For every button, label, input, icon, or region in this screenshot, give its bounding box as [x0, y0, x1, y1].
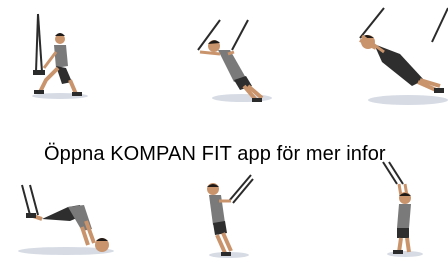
overhead-pull-exercise-icon: [375, 161, 435, 261]
pushup-exercise-icon: [340, 7, 448, 113]
banner-text: Öppna KOMPAN FIT app för mer infor: [44, 143, 386, 165]
chest-press-exercise-icon: [180, 19, 275, 110]
pike-exercise-icon: [8, 184, 120, 261]
lunge-exercise-icon: [18, 13, 88, 104]
row-exercise-icon: [195, 174, 255, 261]
